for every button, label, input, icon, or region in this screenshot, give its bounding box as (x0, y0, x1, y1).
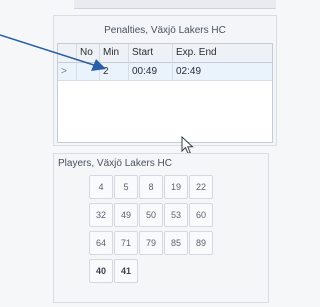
cell-min[interactable]: 2 (103, 63, 109, 80)
column-separator (76, 44, 77, 80)
column-header-min[interactable]: Min (103, 44, 119, 62)
player-number-button[interactable]: 89 (189, 231, 213, 255)
player-number-button[interactable]: 50 (139, 203, 163, 227)
penalties-grid-header: No Min Start Exp. End (58, 44, 272, 63)
cell-exp-end[interactable]: 02:49 (176, 63, 201, 80)
column-header-exp-end[interactable]: Exp. End (176, 44, 217, 62)
player-number-button[interactable]: 40 (89, 259, 113, 283)
player-number-button[interactable]: 71 (114, 231, 138, 255)
penalties-grid[interactable]: No Min Start Exp. End > 2 00:49 02:49 (57, 43, 273, 155)
column-separator (172, 44, 173, 80)
player-number-button[interactable]: 19 (164, 175, 188, 199)
player-number-button[interactable]: 32 (89, 203, 113, 227)
cell-start[interactable]: 00:49 (132, 63, 157, 80)
column-separator (128, 44, 129, 80)
table-row[interactable]: > 2 00:49 02:49 (58, 63, 272, 81)
player-number-button[interactable]: 4 (89, 175, 113, 199)
player-number-button[interactable]: 60 (189, 203, 213, 227)
column-header-no[interactable]: No (80, 44, 93, 62)
player-number-button[interactable]: 41 (114, 259, 138, 283)
top-bar (74, 0, 276, 9)
player-number-button[interactable]: 49 (114, 203, 138, 227)
player-number-button[interactable]: 53 (164, 203, 188, 227)
players-panel: Players, Växjö Lakers HC 4 5 8 19 22 32 49 50 53… (53, 153, 269, 303)
player-number-button[interactable]: 5 (114, 175, 138, 199)
players-title: Players, Växjö Lakers HC (58, 158, 172, 169)
player-number-button[interactable]: 85 (164, 231, 188, 255)
player-number-button[interactable]: 79 (139, 231, 163, 255)
player-number-button[interactable]: 8 (139, 175, 163, 199)
row-selector-indicator: > (61, 66, 67, 77)
player-number-button[interactable]: 64 (89, 231, 113, 255)
column-separator (99, 44, 100, 80)
column-header-start[interactable]: Start (132, 44, 153, 62)
penalties-title: Penalties, Växjö Lakers HC (104, 25, 226, 36)
player-number-button[interactable]: 22 (189, 175, 213, 199)
penalties-panel: Penalties, Växjö Lakers HC No Min Start … (53, 15, 277, 155)
